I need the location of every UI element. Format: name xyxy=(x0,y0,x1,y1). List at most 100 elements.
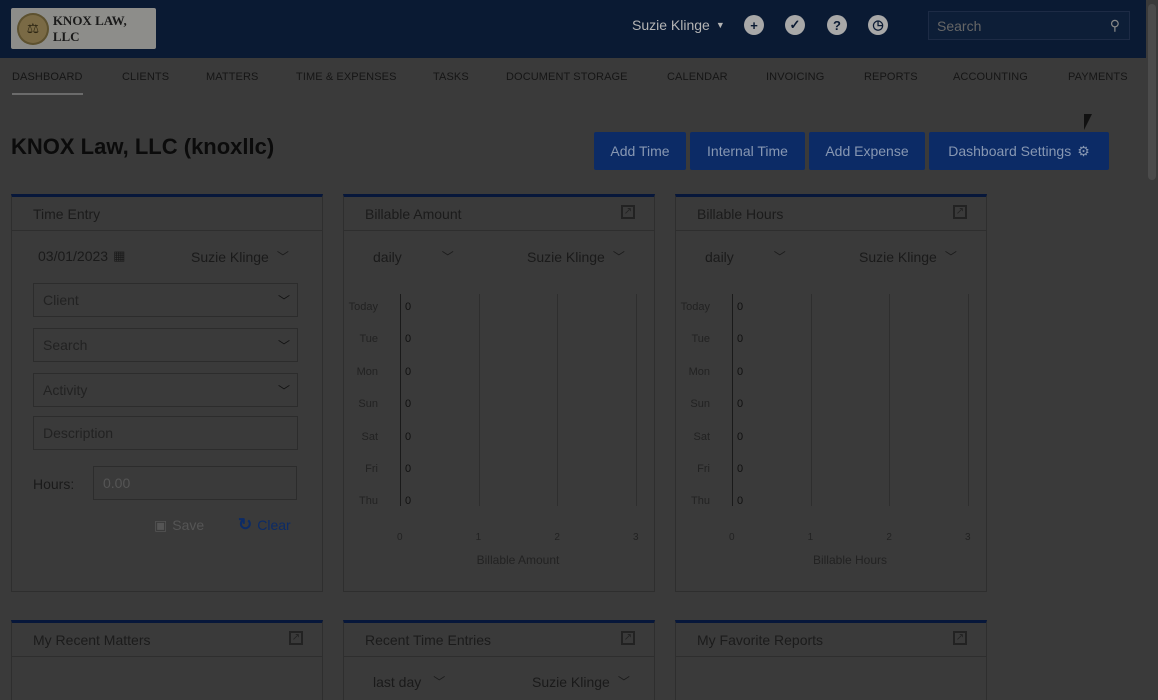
chevron-down-icon: ﹀ xyxy=(617,675,630,689)
nav-accounting[interactable]: ACCOUNTING xyxy=(953,71,1028,83)
y-tick-label: Sat xyxy=(693,430,710,443)
logo-text: KNOX LAW, LLC xyxy=(52,12,127,44)
save-button[interactable]: ▣ Save xyxy=(154,517,204,534)
panel-header: Billable Amount ↗ xyxy=(344,197,654,231)
user-menu[interactable]: Suzie Klinge ▼ xyxy=(632,17,725,33)
clear-label: Clear xyxy=(257,517,291,533)
data-label: 0 xyxy=(737,430,744,443)
mouse-cursor-icon xyxy=(1084,114,1092,130)
user-dropdown[interactable]: Suzie Klinge ﹀ xyxy=(527,248,625,265)
scrollbar-thumb[interactable] xyxy=(1148,4,1156,180)
billable-hours-panel: Billable Hours ↗ daily ﹀ Suzie Klinge ﹀ … xyxy=(675,194,987,592)
nav-document-storage[interactable]: DOCUMENT STORAGE xyxy=(506,71,628,83)
internal-time-button[interactable]: Internal Time xyxy=(690,132,805,170)
y-tick-label: Fri xyxy=(365,463,378,475)
gear-icon: ⚙ xyxy=(1077,142,1090,159)
x-tick-label: 3 xyxy=(965,532,971,543)
expand-icon[interactable]: ↗ xyxy=(289,631,303,645)
save-icon: ▣ xyxy=(154,517,168,533)
global-search-input[interactable]: Search ⚲ xyxy=(928,11,1130,40)
hours-placeholder: 0.00 xyxy=(103,475,131,491)
data-label: 0 xyxy=(737,365,744,378)
nav-clients[interactable]: CLIENTS xyxy=(122,71,169,83)
chevron-down-icon: ﹀ xyxy=(277,384,290,398)
top-header-bar: ⚖ KNOX LAW, LLC Suzie Klinge ▼ + ✓ ? ◷ S… xyxy=(0,0,1158,58)
expand-icon[interactable]: ↗ xyxy=(621,631,635,645)
expand-icon[interactable]: ↗ xyxy=(953,631,967,645)
add-icon[interactable]: + xyxy=(744,15,764,35)
period-value: daily xyxy=(373,248,402,265)
period-value: last day xyxy=(373,673,422,690)
check-icon[interactable]: ✓ xyxy=(785,15,805,35)
data-label: 0 xyxy=(405,495,412,508)
data-label: 0 xyxy=(405,333,412,346)
panel-title: Recent Time Entries xyxy=(365,631,492,648)
add-expense-button[interactable]: Add Expense xyxy=(809,132,925,170)
favorite-reports-panel: My Favorite Reports ↗ xyxy=(675,620,987,700)
user-dropdown-value: Suzie Klinge xyxy=(532,673,610,690)
panel-header: Billable Hours ↗ xyxy=(676,197,986,231)
nav-reports[interactable]: REPORTS xyxy=(864,71,918,83)
y-tick-label: Sun xyxy=(358,398,378,411)
clock-icon[interactable]: ◷ xyxy=(868,15,888,35)
user-dropdown[interactable]: Suzie Klinge ﹀ xyxy=(191,248,289,265)
hours-label: Hours: xyxy=(33,476,75,492)
grid-line xyxy=(636,294,637,506)
help-icon[interactable]: ? xyxy=(827,15,847,35)
matter-search-select[interactable]: Search ﹀ xyxy=(33,328,298,362)
period-dropdown[interactable]: daily ﹀ xyxy=(373,248,454,265)
grid-line xyxy=(732,294,733,506)
search-icon[interactable]: ⚲ xyxy=(1110,17,1120,34)
x-tick-label: 0 xyxy=(397,532,403,543)
data-label: 0 xyxy=(405,398,412,411)
expand-icon[interactable]: ↗ xyxy=(621,205,635,219)
recent-matters-panel: My Recent Matters ↗ xyxy=(11,620,323,700)
nav-payments[interactable]: PAYMENTS xyxy=(1068,71,1128,83)
y-tick-label: Fri xyxy=(697,463,710,475)
y-tick-label: Mon xyxy=(688,365,710,378)
data-label: 0 xyxy=(737,495,744,508)
chevron-down-icon: ﹀ xyxy=(773,250,786,264)
y-tick-label: Tue xyxy=(359,333,378,346)
y-tick-label: Tue xyxy=(691,333,710,346)
nav-calendar[interactable]: CALENDAR xyxy=(667,71,728,83)
time-entry-panel: Time Entry 03/01/2023 ▦ Suzie Klinge ﹀ C… xyxy=(11,194,323,592)
panel-title: Billable Amount xyxy=(365,205,462,222)
date-picker[interactable]: 03/01/2023 ▦ xyxy=(38,248,125,264)
user-name: Suzie Klinge xyxy=(632,17,710,33)
expand-icon[interactable]: ↗ xyxy=(953,205,967,219)
calendar-icon[interactable]: ▦ xyxy=(113,248,125,264)
grid-line xyxy=(968,294,969,506)
company-logo[interactable]: ⚖ KNOX LAW, LLC xyxy=(11,8,156,49)
data-label: 0 xyxy=(737,398,744,411)
x-tick-label: 1 xyxy=(807,532,814,543)
user-dropdown[interactable]: Suzie Klinge ﹀ xyxy=(532,673,630,690)
nav-tasks[interactable]: TASKS xyxy=(433,71,469,83)
search-placeholder: Search xyxy=(937,17,982,34)
user-dropdown[interactable]: Suzie Klinge ﹀ xyxy=(859,248,957,265)
chevron-down-icon: ﹀ xyxy=(277,294,290,308)
clear-button[interactable]: ↻ Clear xyxy=(238,515,291,535)
data-label: 0 xyxy=(405,301,412,313)
dashboard-settings-button[interactable]: Dashboard Settings ⚙ xyxy=(929,132,1109,170)
chevron-down-icon: ▼ xyxy=(715,20,725,30)
nav-matters[interactable]: MATTERS xyxy=(206,71,258,83)
description-field[interactable]: Description xyxy=(33,416,298,450)
client-select[interactable]: Client ﹀ xyxy=(33,283,298,317)
period-dropdown[interactable]: last day ﹀ xyxy=(373,673,445,690)
panel-title: Time Entry xyxy=(33,205,101,222)
chevron-down-icon: ﹀ xyxy=(612,250,625,264)
nav-dashboard[interactable]: DASHBOARD xyxy=(12,71,83,95)
activity-select[interactable]: Activity ﹀ xyxy=(33,373,298,407)
client-placeholder: Client xyxy=(43,292,79,308)
page-scrollbar[interactable] xyxy=(1146,0,1158,700)
y-tick-label: Today xyxy=(680,301,710,313)
add-time-button[interactable]: Add Time xyxy=(594,132,686,170)
data-label: 0 xyxy=(405,430,412,443)
nav-invoicing[interactable]: INVOICING xyxy=(766,71,824,83)
grid-line xyxy=(557,294,559,506)
nav-time-expenses[interactable]: TIME & EXPENSES xyxy=(296,71,397,83)
data-label: 0 xyxy=(737,301,744,313)
period-dropdown[interactable]: daily ﹀ xyxy=(705,248,786,265)
hours-input[interactable]: 0.00 xyxy=(93,466,297,500)
